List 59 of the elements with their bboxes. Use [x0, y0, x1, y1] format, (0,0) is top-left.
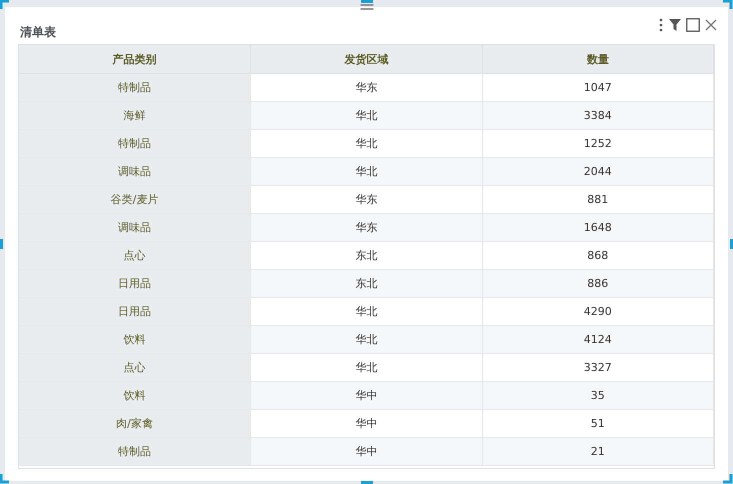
resize-handle[interactable]: [730, 239, 733, 249]
table-cell: 3384: [482, 102, 714, 130]
table-cell: 2044: [482, 158, 714, 186]
table-cell: 华中: [250, 410, 482, 438]
resize-handle[interactable]: [360, 0, 372, 3]
table-cell: 华东: [250, 186, 482, 214]
resize-handle-icon[interactable]: [723, 0, 733, 10]
table-cell: 饮料: [19, 326, 250, 354]
resize-handle[interactable]: [0, 239, 3, 249]
table-cell: 谷类/麦片: [19, 186, 250, 214]
column-header[interactable]: 发货区域: [250, 45, 482, 74]
table-cell: 华中: [250, 382, 482, 410]
table-cell: 35: [482, 382, 714, 410]
table-cell: 东北: [250, 270, 482, 298]
table-cell: 21: [482, 438, 714, 466]
panel-title: 清单表: [20, 24, 56, 40]
table-cell: 1252: [482, 130, 714, 158]
table-cell: 特制品: [19, 438, 250, 466]
table-cell: 点心: [19, 242, 250, 270]
table-cell: 881: [482, 186, 714, 214]
table-cell: 点心: [19, 354, 250, 382]
table-cell: 调味品: [19, 214, 250, 242]
table-cell: 4124: [482, 326, 714, 354]
table-cell: 3327: [482, 354, 714, 382]
table-cell: 肉/家禽: [19, 410, 250, 438]
table-cell: 1047: [482, 74, 714, 102]
column-header[interactable]: 产品类别: [19, 45, 250, 74]
table-cell: 华北: [250, 102, 482, 130]
table-cell: 华北: [250, 130, 482, 158]
table-cell: 海鲜: [19, 102, 250, 130]
table-cell: 华北: [250, 298, 482, 326]
resize-handle-icon[interactable]: [0, 0, 10, 10]
filter-icon[interactable]: [669, 19, 681, 31]
resize-handle[interactable]: [360, 481, 372, 484]
table-cell: 华中: [250, 438, 482, 466]
more-icon[interactable]: [658, 18, 664, 32]
table-cell: 日用品: [19, 298, 250, 326]
table-cell: 调味品: [19, 158, 250, 186]
column-header[interactable]: 数量: [482, 45, 714, 74]
table-cell: 东北: [250, 242, 482, 270]
table-cell: 4290: [482, 298, 714, 326]
table-cell: 华东: [250, 214, 482, 242]
resize-handle-icon[interactable]: [723, 474, 733, 484]
table-cell: 华北: [250, 158, 482, 186]
table-cell: 华北: [250, 354, 482, 382]
table-cell: 饮料: [19, 382, 250, 410]
table-cell: 868: [482, 242, 714, 270]
table-cell: 华北: [250, 326, 482, 354]
close-icon[interactable]: [705, 19, 717, 31]
drag-handle-icon[interactable]: [360, 3, 373, 11]
table-cell: 1648: [482, 214, 714, 242]
table-cell: 特制品: [19, 74, 250, 102]
maximize-icon[interactable]: [686, 18, 700, 32]
table-cell: 日用品: [19, 270, 250, 298]
table-cell: 886: [482, 270, 714, 298]
resize-handle-icon[interactable]: [0, 474, 10, 484]
table-cell: 华东: [250, 74, 482, 102]
table-cell: 51: [482, 410, 714, 438]
table-cell: 特制品: [19, 130, 250, 158]
